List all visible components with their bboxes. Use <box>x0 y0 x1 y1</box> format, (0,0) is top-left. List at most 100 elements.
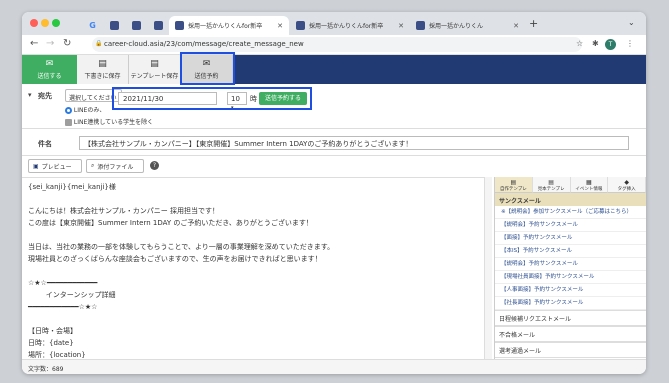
save-draft-button[interactable]: ▤ 下書きに保存 <box>77 55 129 84</box>
site-favicon-icon <box>175 21 184 30</box>
browser-tab[interactable] <box>104 16 125 35</box>
preview-button[interactable]: ▣ プレビュー <box>28 159 82 173</box>
url-input[interactable]: 🔒 career-cloud.asia/23/com/message/creat… <box>92 37 582 52</box>
recipient-label: 宛先 <box>38 92 52 100</box>
highlight-schedule-panel <box>112 87 312 110</box>
tab-custom-template[interactable]: ▤ 自作テンプレ <box>495 177 533 193</box>
status-bar: 文字数：689 <box>22 359 646 374</box>
body-line: 日時：{date} <box>28 339 74 347</box>
calendar-icon: ▦ <box>586 179 592 186</box>
body-line: 【日時・会場】 <box>28 327 77 335</box>
body-line: こんにちは！株式会社サンプル・カンパニー 採用担当です！ <box>28 207 220 215</box>
back-arrow-icon[interactable]: ← <box>30 38 38 49</box>
browser-window: G 採用一括かんりくんfor新卒 ✕ 採用一括かんりくんfor新卒 ✕ 採用一括かん… <box>22 12 646 374</box>
template-icon: ▤ <box>150 59 159 69</box>
body-line <box>28 193 485 205</box>
browser-tab[interactable]: 採用一括かんりくん ✕ <box>410 16 525 35</box>
browser-tab[interactable] <box>148 16 169 35</box>
tab-search-icon[interactable]: ⌄ <box>628 18 635 27</box>
template-item[interactable]: 【本IS】予約サンクスメール <box>495 245 646 258</box>
browser-tab-google[interactable]: G <box>82 16 103 35</box>
document-icon: ▤ <box>510 179 517 186</box>
template-item[interactable]: 【社長面接】予約サンクスメール <box>495 297 646 310</box>
subject-input[interactable]: 【株式会社サンプル・カンパニー】【東京開催】Summer Intern 1DAY… <box>79 136 629 150</box>
url-text: career-cloud.asia/23/com/message/create_… <box>104 40 304 48</box>
section-title: サンクスメール <box>495 193 646 206</box>
site-favicon-icon <box>416 21 425 30</box>
browser-tab-active[interactable]: 採用一括かんりくんfor新卒 ✕ <box>169 16 289 35</box>
menu-dots-icon[interactable]: ⋮ <box>626 39 634 48</box>
extensions-icon[interactable]: ✱ <box>592 39 599 48</box>
template-item[interactable]: 【説明会】予約サンクスメール <box>495 258 646 271</box>
maximize-window-button[interactable] <box>52 19 60 27</box>
google-icon: G <box>89 21 96 30</box>
envelope-icon: ✉ <box>45 59 54 69</box>
radio-icon <box>65 107 72 114</box>
subject-label: 件名 <box>38 140 52 148</box>
profile-avatar[interactable]: T <box>605 39 616 50</box>
body-line: ━━━━━━━━━━━━☆★☆ <box>28 303 98 311</box>
close-tab-icon[interactable]: ✕ <box>398 22 404 30</box>
lock-icon: 🔒 <box>95 40 103 47</box>
send-button[interactable]: ✉ 送信する <box>22 55 77 84</box>
exclude-line-option[interactable]: LINE連携している学生を除く <box>65 117 153 126</box>
site-favicon-icon <box>110 21 119 30</box>
template-item[interactable]: 【現場社員面接】予約サンクスメール <box>495 271 646 284</box>
tab-insert-tag[interactable]: ◆ タグ挿入 <box>608 177 646 193</box>
close-tab-icon[interactable]: ✕ <box>277 22 283 30</box>
message-body-textarea[interactable]: {sei_kanji}{mei_kanji}様こんにちは！株式会社サンプル・カン… <box>22 177 491 359</box>
side-panel-tabs: ▤ 自作テンプレ ▤ 見本テンプレ ▦ イベント情報 ◆ タグ挿入 <box>495 177 646 193</box>
template-item[interactable]: 【説明会】予約サンクスメール <box>495 219 646 232</box>
address-bar-row: ← → ↻ 🔒 career-cloud.asia/23/com/message… <box>22 35 646 55</box>
tab-strip: G 採用一括かんりくんfor新卒 ✕ 採用一括かんりくんfor新卒 ✕ 採用一括かん… <box>22 12 646 35</box>
template-item[interactable]: ※【説明会】参加サンクスメール（ご応募はこちら） <box>495 206 646 219</box>
attach-file-label: 添付ファイル <box>97 163 134 171</box>
tab-title: 採用一括かんりくんfor新卒 <box>188 23 263 30</box>
category-item[interactable]: 選考通過メール <box>495 342 646 358</box>
site-favicon-icon <box>296 21 305 30</box>
reload-icon[interactable]: ↻ <box>63 38 71 49</box>
checkbox-icon <box>65 119 72 126</box>
category-item[interactable]: 日程候補リクエストメール <box>495 310 646 326</box>
preview-label: プレビュー <box>41 163 72 171</box>
tab-title: 採用一括かんりくん <box>429 23 484 30</box>
tab-event-info[interactable]: ▦ イベント情報 <box>570 177 609 193</box>
minimize-window-button[interactable] <box>41 19 49 27</box>
body-line: ☆★☆━━━━━━━━━━━━ <box>28 279 98 287</box>
new-tab-button[interactable]: + <box>529 17 538 30</box>
document-icon: ▤ <box>548 179 554 186</box>
close-window-button[interactable] <box>30 19 38 27</box>
window-controls <box>30 19 63 29</box>
message-toolbar: ✉ 送信する ▤ 下書きに保存 ▤ テンプレート保存 ✉ 送信予約 <box>22 55 646 84</box>
template-item[interactable]: 【人事面接】予約サンクスメール <box>495 284 646 297</box>
recipient-select-label: 選択してください <box>69 95 117 102</box>
site-favicon-icon <box>154 21 163 30</box>
send-label: 送信する <box>37 73 62 80</box>
line-only-label: LINEのみ、 <box>73 107 106 114</box>
save-draft-label: 下書きに保存 <box>84 73 121 80</box>
forward-arrow-icon[interactable]: → <box>46 38 54 49</box>
help-icon[interactable]: ? <box>150 161 159 170</box>
body-line: 場所：{location} <box>28 351 86 359</box>
category-item[interactable]: 不合格メール <box>495 326 646 342</box>
save-template-button[interactable]: ▤ テンプレート保存 <box>129 55 181 84</box>
body-line: {sei_kanji}{mei_kanji}様 <box>28 183 116 191</box>
body-scrollbar[interactable] <box>484 177 492 359</box>
body-line <box>28 229 485 241</box>
close-tab-icon[interactable]: ✕ <box>513 22 519 30</box>
tab-sample-template[interactable]: ▤ 見本テンプレ <box>532 177 571 193</box>
body-line: この度は【東京開催】Summer Intern 1DAY のご予約いただき、あり… <box>28 219 313 227</box>
browser-tab[interactable]: 採用一括かんりくんfor新卒 ✕ <box>290 16 410 35</box>
highlight-schedule-button <box>180 52 235 85</box>
tab-label: 見本テンプレ <box>537 187 565 192</box>
browser-tab[interactable] <box>126 16 147 35</box>
bookmark-star-icon[interactable]: ☆ <box>576 39 583 48</box>
body-line <box>28 265 485 277</box>
body-line: 現場社員とのざっくばらんな座談会もございますので、生の声をお届けできればと思いま… <box>28 255 322 263</box>
template-item[interactable]: 【面接】予約サンクスメール <box>495 232 646 245</box>
char-count: 文字数：689 <box>28 366 64 373</box>
attach-file-button[interactable]: ⌕ 添付ファイル <box>86 159 144 173</box>
paperclip-icon: ⌕ <box>91 162 95 169</box>
collapse-caret-icon[interactable]: ▾ <box>28 91 32 99</box>
line-only-option[interactable]: LINEのみ、 <box>65 105 105 114</box>
